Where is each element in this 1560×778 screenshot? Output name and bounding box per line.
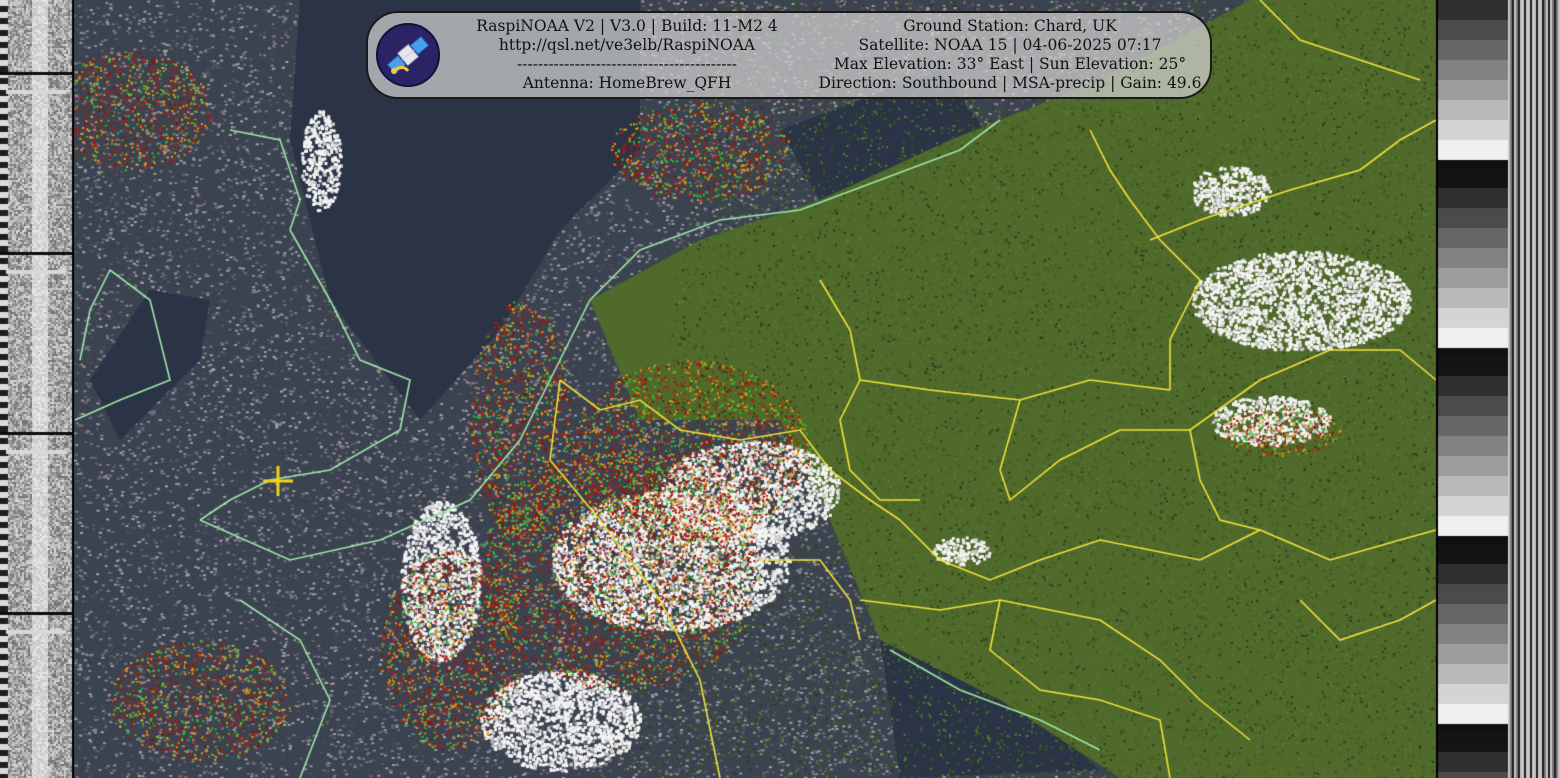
software-version-line: RaspiNOAA V2 | V3.0 | Build: 11-M2 4 <box>476 17 778 35</box>
satellite-line: Satellite: NOAA 15 | 04-06-2025 07:17 <box>858 36 1162 54</box>
separator-line: ----------------------------------------… <box>517 55 737 73</box>
software-url-line: http://qsl.net/ve3elb/RaspiNOAA <box>498 36 756 54</box>
elevation-line: Max Elevation: 33° East | Sun Elevation:… <box>833 55 1187 73</box>
satellite-icon <box>386 35 430 75</box>
software-info: RaspiNOAA V2 | V3.0 | Build: 11-M2 4 htt… <box>444 17 810 93</box>
direction-line: Direction: Southbound | MSA-precip | Gai… <box>818 74 1202 92</box>
raspinoaa-logo <box>376 23 440 87</box>
pass-info-banner: RaspiNOAA V2 | V3.0 | Build: 11-M2 4 htt… <box>366 11 1212 99</box>
ground-station-line: Ground Station: Chard, UK <box>903 17 1117 35</box>
pass-details: Ground Station: Chard, UK Satellite: NOA… <box>804 17 1216 93</box>
satellite-image <box>0 0 1560 778</box>
antenna-line: Antenna: HomeBrew_QFH <box>522 74 732 92</box>
